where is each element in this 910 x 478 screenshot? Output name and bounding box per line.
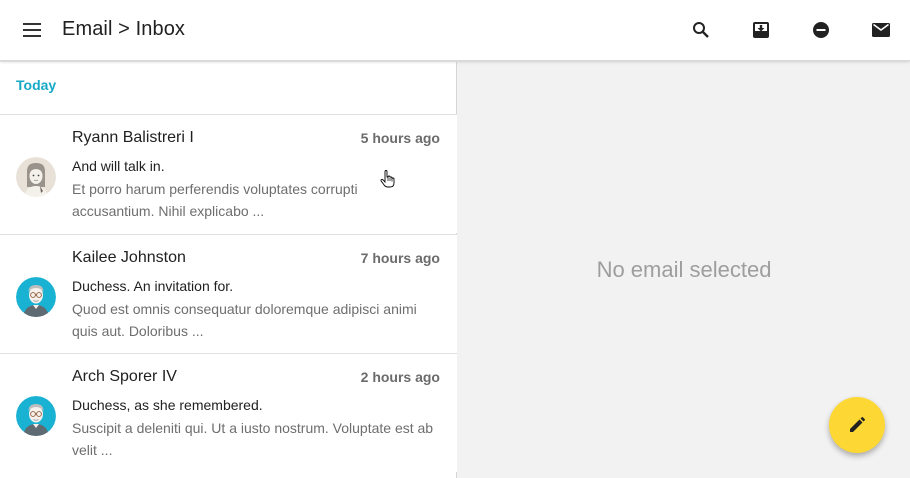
female-avatar-icon <box>16 157 56 197</box>
section-label-today: Today <box>16 77 57 93</box>
search-icon <box>693 22 709 38</box>
empty-state-text: No email selected <box>596 257 772 282</box>
hand-cursor-icon <box>380 170 395 188</box>
do-not-disturb-button[interactable] <box>806 15 836 45</box>
list-item[interactable]: Arch Sporer IV 2 hours ago Duchess, as s… <box>0 354 457 472</box>
list-item[interactable]: Kailee Johnston 7 hours ago Duchess. An … <box>0 235 457 353</box>
menu-icon <box>23 23 41 37</box>
mail-icon <box>872 23 890 37</box>
mail-button[interactable] <box>866 15 896 45</box>
edit-pencil-icon <box>850 417 865 432</box>
male-avatar-icon <box>16 277 56 317</box>
sender-name: Arch Sporer IV <box>72 368 177 385</box>
archive-button[interactable] <box>746 15 776 45</box>
app-bar: Email > Inbox <box>0 0 910 61</box>
sender-name: Kailee Johnston <box>72 249 186 266</box>
email-preview: Quod est omnis consequatur doloremque ad… <box>72 301 417 339</box>
menu-button[interactable] <box>17 15 47 45</box>
male-avatar-icon <box>16 396 56 436</box>
email-preview: Suscipit a deleniti qui. Ut a iusto nost… <box>72 420 434 458</box>
email-subject: And will talk in. <box>72 158 165 174</box>
email-subject: Duchess. An invitation for. <box>72 278 234 294</box>
timestamp: 2 hours ago <box>360 369 440 385</box>
archive-icon <box>753 22 769 38</box>
compose-button[interactable] <box>829 397 885 453</box>
timestamp: 7 hours ago <box>360 250 440 266</box>
timestamp: 5 hours ago <box>360 130 440 146</box>
email-subject: Duchess, as she remembered. <box>72 397 263 413</box>
sender-name: Ryann Balistreri I <box>72 129 194 146</box>
page-title: Email > Inbox <box>62 18 186 40</box>
email-list: Today Ryann Balistreri I 5 hours ago And… <box>0 62 457 478</box>
do-not-disturb-icon <box>813 22 829 38</box>
search-button[interactable] <box>686 15 716 45</box>
